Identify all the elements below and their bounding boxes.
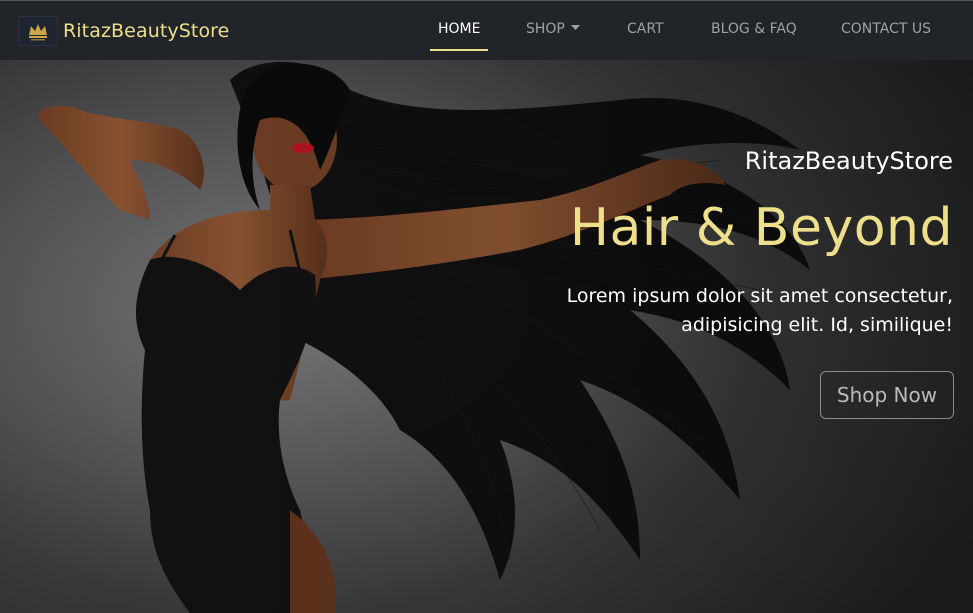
nav-contact-label: CONTACT US: [841, 21, 931, 37]
nav-blog-label: BLOG & FAQ: [711, 21, 797, 37]
nav-shop-dropdown[interactable]: SHOP: [526, 1, 580, 61]
nav-cart-label: CART: [627, 21, 664, 37]
nav-home-label: HOME: [438, 21, 481, 37]
hero-title: Hair & Beyond: [569, 198, 953, 258]
hero-subtitle: RitazBeautyStore: [744, 147, 953, 175]
nav-cart[interactable]: CART: [627, 1, 664, 61]
nav-blog-faq[interactable]: BLOG & FAQ: [711, 1, 797, 61]
caret-down-icon: [570, 0, 580, 55]
active-indicator: [430, 49, 489, 51]
navbar: RitazBeautyStore HOME SHOP CART BLOG & F…: [0, 0, 973, 60]
nav-contact[interactable]: CONTACT US: [841, 1, 931, 61]
nav-home[interactable]: HOME: [430, 1, 489, 61]
hero-carousel: RitazBeautyStore Hair & Beyond Lorem ips…: [0, 60, 973, 613]
nav-links: HOME SHOP CART BLOG & FAQ CONTACT US: [0, 1, 973, 61]
nav-shop-label: SHOP: [526, 21, 565, 37]
shop-now-button[interactable]: Shop Now: [820, 371, 954, 419]
hero-text: Lorem ipsum dolor sit amet consectetur, …: [566, 285, 953, 336]
